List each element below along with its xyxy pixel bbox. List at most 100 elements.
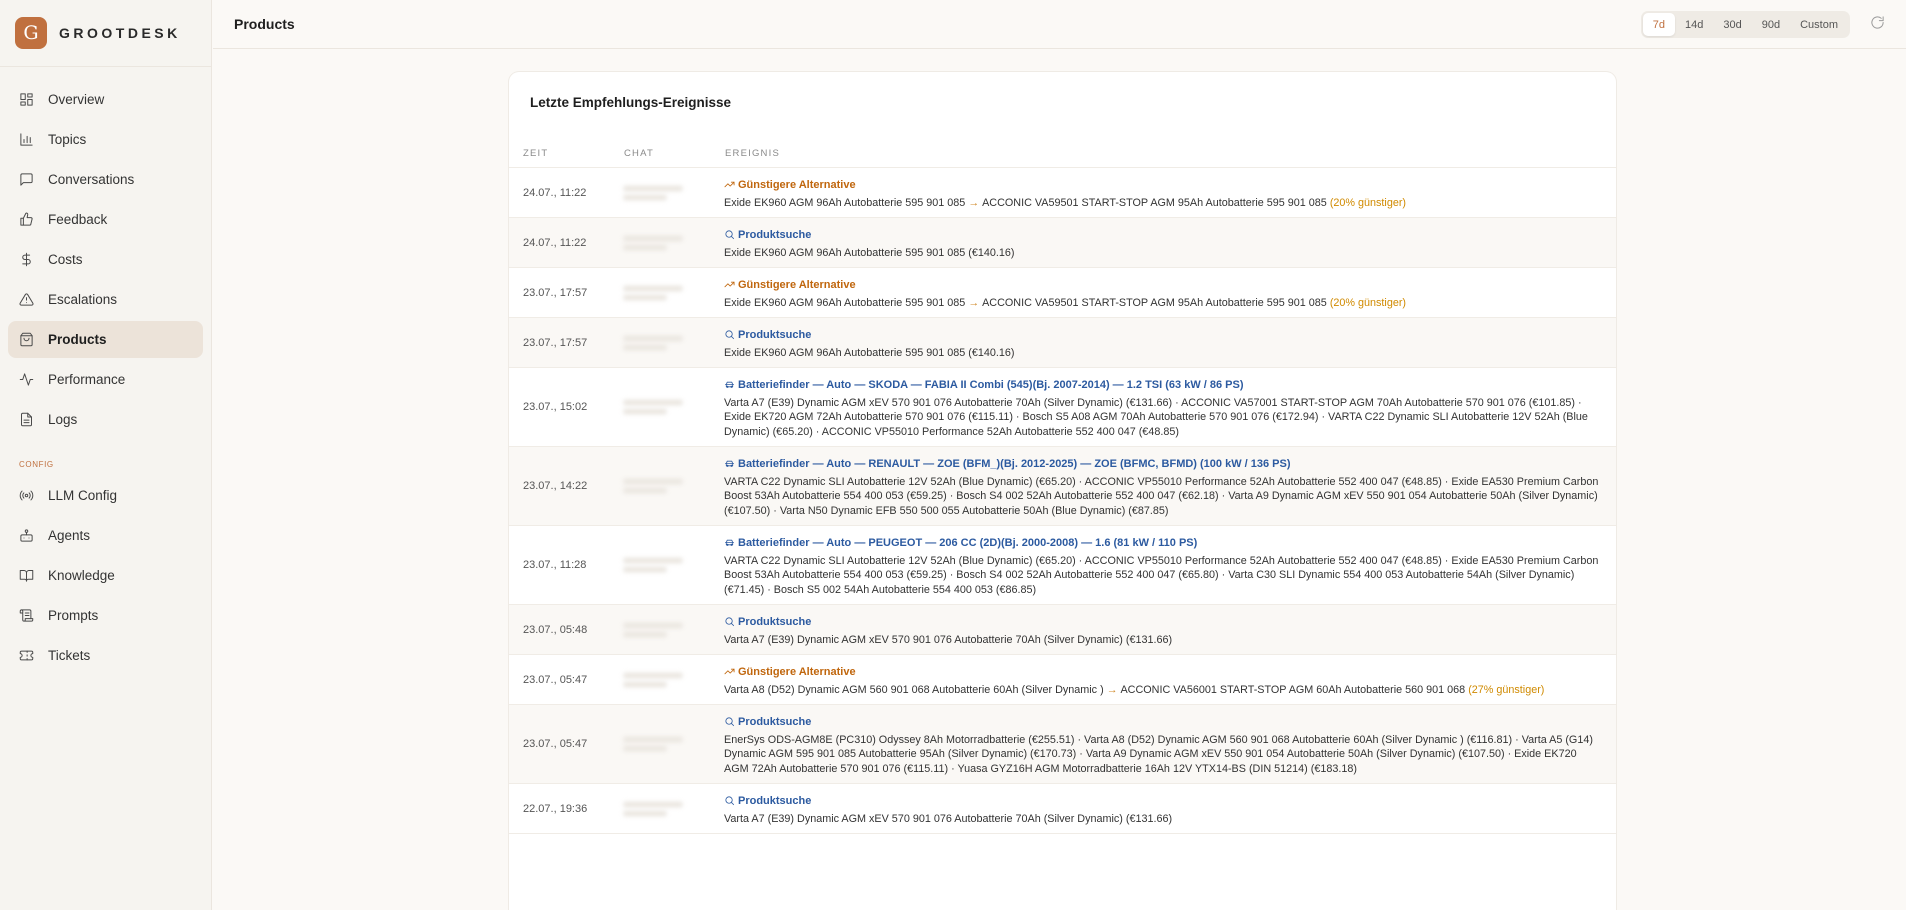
sidebar-item-performance[interactable]: Performance [8,361,203,398]
search-icon [724,329,736,341]
chat-preview-redacted[interactable] [623,734,693,755]
savings-badge: (27% günstiger) [1468,683,1545,696]
alternative-product: ACCONIC VA59501 START-STOP AGM 95Ah Auto… [982,296,1327,309]
event-title: Produktsuche [738,616,812,628]
brand-name: GROOTDESK [59,25,181,41]
sidebar-item-tickets[interactable]: Tickets [8,637,203,674]
brand[interactable]: G GROOTDESK [0,0,211,67]
event-time: 23.07., 17:57 [523,336,588,349]
alternative-product: ACCONIC VA56001 START-STOP AGM 60Ah Auto… [1120,683,1466,696]
event-cell: Produktsuche Varta A7 (E39) Dynamic AGM x… [724,784,1616,833]
table-row[interactable]: 23.07., 05:47 Günstigere Alternative Varta… [509,655,1616,705]
range-button-90d[interactable]: 90d [1752,13,1790,36]
sidebar-item-costs[interactable]: Costs [8,241,203,278]
sidebar-item-feedback[interactable]: Feedback [8,201,203,238]
range-button-7d[interactable]: 7d [1642,13,1676,36]
sidebar-item-label: Prompts [48,608,99,623]
trending-up-icon [724,279,736,291]
sidebar-item-llm-config[interactable]: LLM Config [8,477,203,514]
event-detail: Varta A7 (E39) Dynamic AGM xEV 570 901 0… [724,812,1173,825]
table-row[interactable]: 24.07., 11:22 Produktsuche Exide EK960 AGM… [509,218,1616,268]
sidebar-item-label: Costs [48,252,83,267]
table-row[interactable]: 23.07., 14:22 Batteriefinder — Auto — REN… [509,447,1616,526]
event-type: Günstigere Alternative [724,278,1602,293]
range-button-30d[interactable]: 30d [1713,13,1751,36]
column-header-chat: CHAT [624,148,654,159]
search-icon [724,616,736,628]
car-icon [724,379,736,391]
event-type: Produktsuche [724,715,1602,730]
event-type: Batteriefinder — Auto — SKODA — FABIA II… [724,378,1602,393]
table-row[interactable]: 22.07., 19:36 Produktsuche Varta A7 (E39) … [509,784,1616,834]
refresh-button[interactable] [1870,15,1888,33]
sidebar-item-label: Agents [48,528,91,543]
page-title: Products [234,16,295,32]
chat-preview-redacted[interactable] [623,182,693,203]
sidebar-item-label: Escalations [48,292,118,307]
sidebar-item-conversations[interactable]: Conversations [8,161,203,198]
config-nav: LLM Config Agents Knowledge Prompts Tickets [0,477,211,674]
event-title: Batteriefinder — Auto — PEUGEOT — 206 CC… [738,537,1198,549]
sidebar-item-escalations[interactable]: Escalations [8,281,203,318]
event-cell: Produktsuche EnerSys ODS-AGM8E (PC310) Od… [724,705,1616,783]
sidebar-item-label: Topics [48,132,87,147]
event-title: Günstigere Alternative [738,666,856,678]
table-row[interactable]: 23.07., 05:48 Produktsuche Varta A7 (E39) … [509,605,1616,655]
table-row[interactable]: 23.07., 15:02 Batteriefinder — Auto — SKO… [509,368,1616,447]
savings-badge: (20% günstiger) [1329,196,1407,209]
chat-preview-redacted[interactable] [623,619,693,640]
event-time: 23.07., 17:57 [523,286,588,299]
chat-preview-redacted[interactable] [623,669,693,690]
event-time: 24.07., 11:22 [523,236,587,249]
search-icon [724,716,736,728]
chat-preview-redacted[interactable] [623,332,693,353]
table-row[interactable]: 23.07., 11:28 Batteriefinder — Auto — PEU… [509,526,1616,605]
sidebar-item-label: LLM Config [48,488,118,503]
event-title: Batteriefinder — Auto — SKODA — FABIA II… [738,379,1244,391]
sidebar-item-prompts[interactable]: Prompts [8,597,203,634]
sidebar-item-label: Products [48,332,107,347]
event-detail: Exide EK960 AGM 96Ah Autobatterie 595 90… [724,346,1015,359]
recommendation-events-card: Letzte Empfehlungs-Ereignisse ZEIT CHAT … [509,72,1616,910]
chat-bubble-icon [18,172,34,188]
event-type: Günstigere Alternative [724,665,1602,680]
sidebar-item-topics[interactable]: Topics [8,121,203,158]
bot-icon [18,528,34,544]
sidebar-item-agents[interactable]: Agents [8,517,203,554]
table-row[interactable]: 23.07., 05:47 Produktsuche EnerSys ODS-AGM… [509,705,1616,784]
event-type: Batteriefinder — Auto — PEUGEOT — 206 CC… [724,536,1602,551]
sidebar-item-knowledge[interactable]: Knowledge [8,557,203,594]
file-text-icon [18,412,34,428]
brand-logo: G [15,17,47,49]
event-cell: Produktsuche Exide EK960 AGM 96Ah Autobat… [724,218,1616,267]
sidebar: G GROOTDESK Overview Topics Conversations F… [0,0,212,910]
event-cell: Günstigere Alternative Exide EK960 AGM 96… [724,268,1616,317]
sidebar-item-logs[interactable]: Logs [8,401,203,438]
sidebar-item-products[interactable]: Products [8,321,203,358]
range-button-custom[interactable]: Custom [1790,13,1848,36]
sidebar-item-label: Performance [48,372,126,387]
chat-preview-redacted[interactable] [623,232,693,253]
chat-preview-redacted[interactable] [623,555,693,576]
event-time: 23.07., 05:47 [523,673,588,686]
range-button-14d[interactable]: 14d [1675,13,1713,36]
table-row[interactable]: 23.07., 17:57 Produktsuche Exide EK960 AGM… [509,318,1616,368]
event-type: Produktsuche [724,328,1602,343]
chat-preview-redacted[interactable] [623,798,693,819]
ticket-icon [18,648,34,664]
chat-preview-redacted[interactable] [623,282,693,303]
event-detail: Exide EK960 AGM 96Ah Autobatterie 595 90… [724,196,1602,211]
header: Products 7d 14d 30d 90d Custom [213,0,1906,49]
arrow-right-icon: → [968,296,980,309]
chat-preview-redacted[interactable] [623,476,693,497]
original-product: Varta A8 (D52) Dynamic AGM 560 901 068 A… [724,683,1104,696]
event-detail: EnerSys ODS-AGM8E (PC310) Odyssey 8Ah Mo… [724,733,1593,775]
trending-up-icon [724,179,736,191]
sidebar-item-overview[interactable]: Overview [8,81,203,118]
table-row[interactable]: 24.07., 11:22 Günstigere Alternative Exide… [509,168,1616,218]
event-type: Produktsuche [724,228,1602,243]
chat-preview-redacted[interactable] [623,397,693,418]
table-row[interactable]: 23.07., 17:57 Günstigere Alternative Exide… [509,268,1616,318]
sidebar-item-label: Conversations [48,172,135,187]
event-title: Günstigere Alternative [738,279,856,291]
